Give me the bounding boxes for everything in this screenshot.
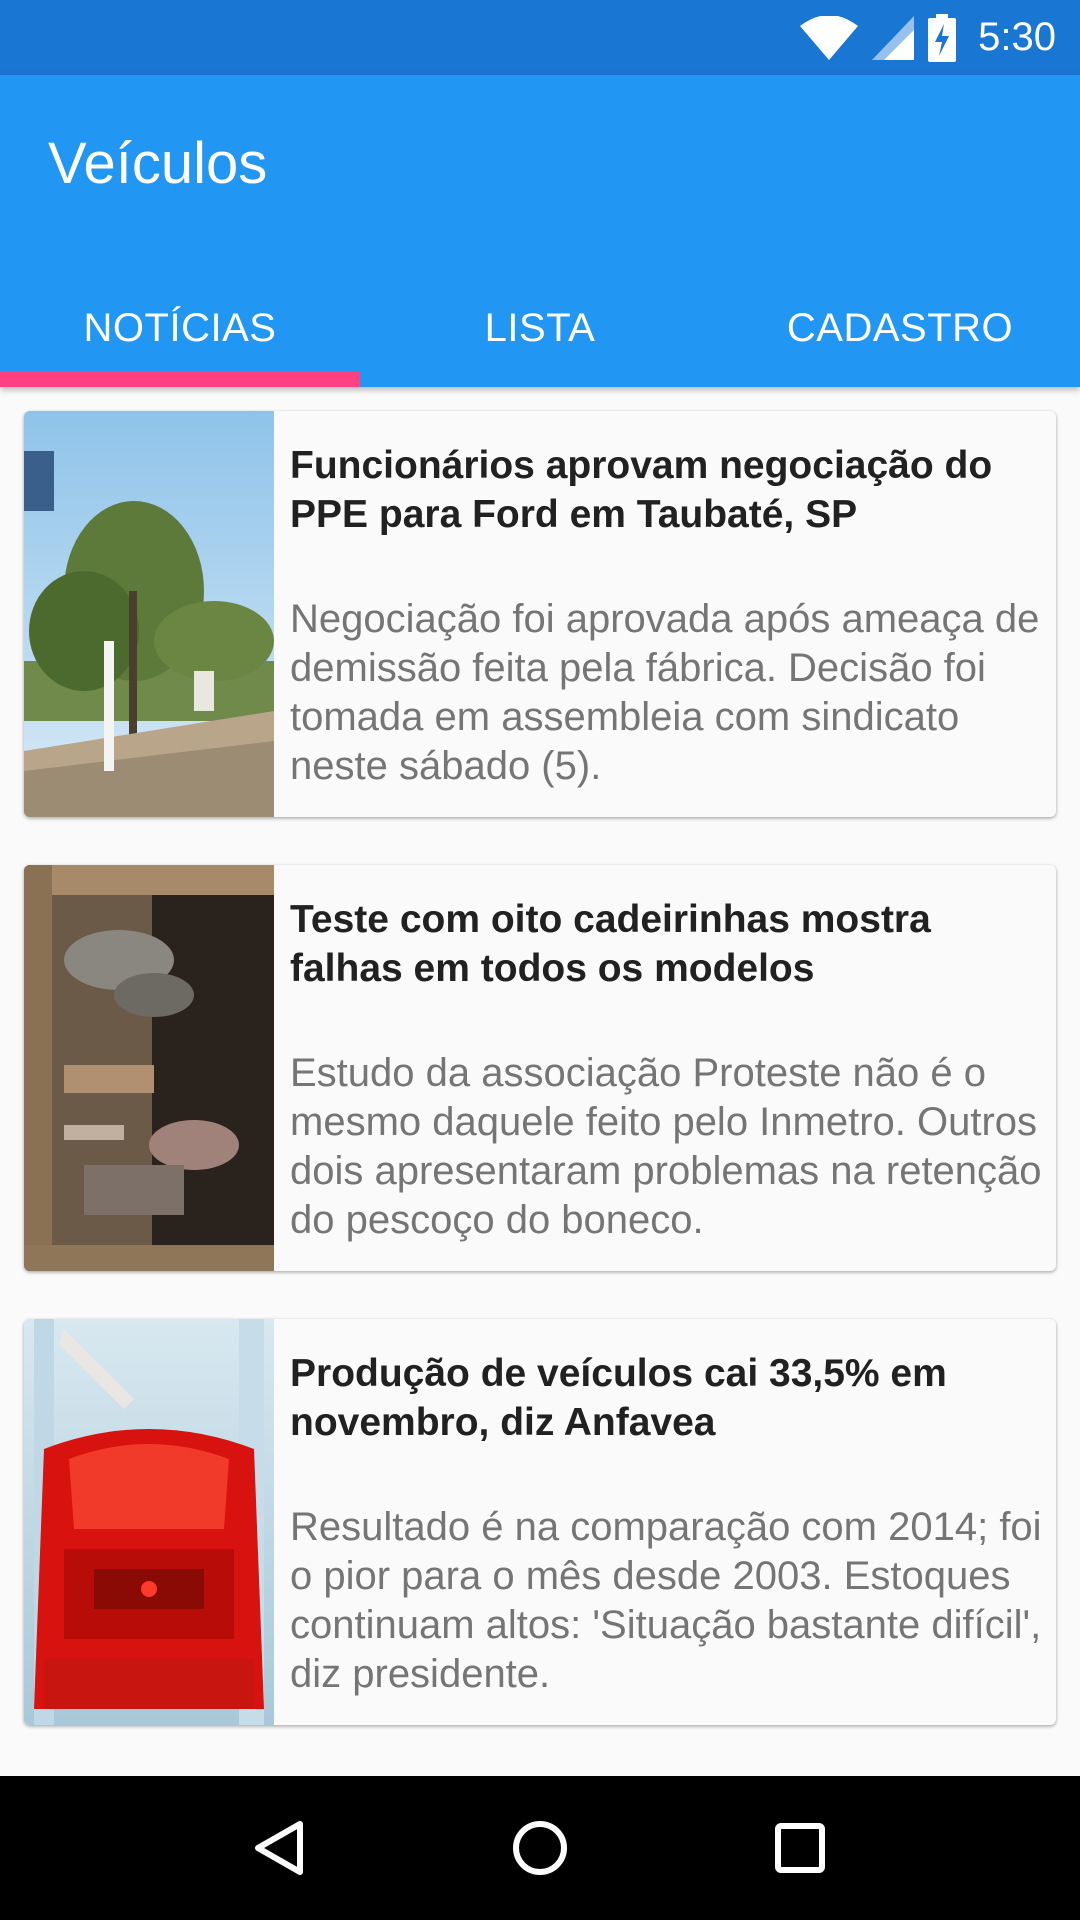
navigation-bar <box>0 1776 1080 1920</box>
status-time: 5:30 <box>978 15 1056 59</box>
tab-label: LISTA <box>484 305 596 350</box>
app-title: Veículos <box>48 131 268 196</box>
news-description: Negociação foi aprovada após ameaça de d… <box>290 597 1040 788</box>
back-icon[interactable] <box>220 1788 340 1908</box>
news-thumbnail <box>24 411 274 817</box>
battery-charging-icon <box>928 13 957 62</box>
tab-lista[interactable]: LISTA <box>360 269 720 387</box>
tab-cadastro[interactable]: CADASTRO <box>720 269 1080 387</box>
news-thumbnail <box>24 1319 274 1725</box>
news-title: Produção de veículos cai 33,5% em novemb… <box>290 1352 947 1444</box>
news-list[interactable]: Funcionários aprovam negociação do PPE p… <box>0 387 1080 1776</box>
app-bar: Veículos NOTÍCIAS LISTA CADASTRO <box>0 75 1080 387</box>
news-card[interactable]: Funcionários aprovam negociação do PPE p… <box>24 411 1056 817</box>
news-title: Funcionários aprovam negociação do PPE p… <box>290 444 993 536</box>
tab-label: NOTÍCIAS <box>83 305 277 350</box>
news-description: Estudo da associação Proteste não é o me… <box>290 1051 1042 1242</box>
news-thumbnail <box>24 865 274 1271</box>
status-bar: 5:30 <box>0 0 1080 75</box>
news-card[interactable]: Produção de veículos cai 33,5% em novemb… <box>24 1319 1056 1725</box>
tab-indicator <box>0 371 360 387</box>
tab-noticias[interactable]: NOTÍCIAS <box>0 269 360 387</box>
tab-bar: NOTÍCIAS LISTA CADASTRO <box>0 269 1080 387</box>
tab-label: CADASTRO <box>786 305 1014 350</box>
cell-signal-icon <box>872 15 915 60</box>
wifi-icon <box>800 15 859 60</box>
news-description: Resultado é na comparação com 2014; foi … <box>290 1505 1042 1696</box>
news-card[interactable]: Teste com oito cadeirinhas mostra falhas… <box>24 865 1056 1271</box>
home-icon[interactable] <box>480 1788 600 1908</box>
news-title: Teste com oito cadeirinhas mostra falhas… <box>290 898 931 990</box>
recents-icon[interactable] <box>740 1788 860 1908</box>
